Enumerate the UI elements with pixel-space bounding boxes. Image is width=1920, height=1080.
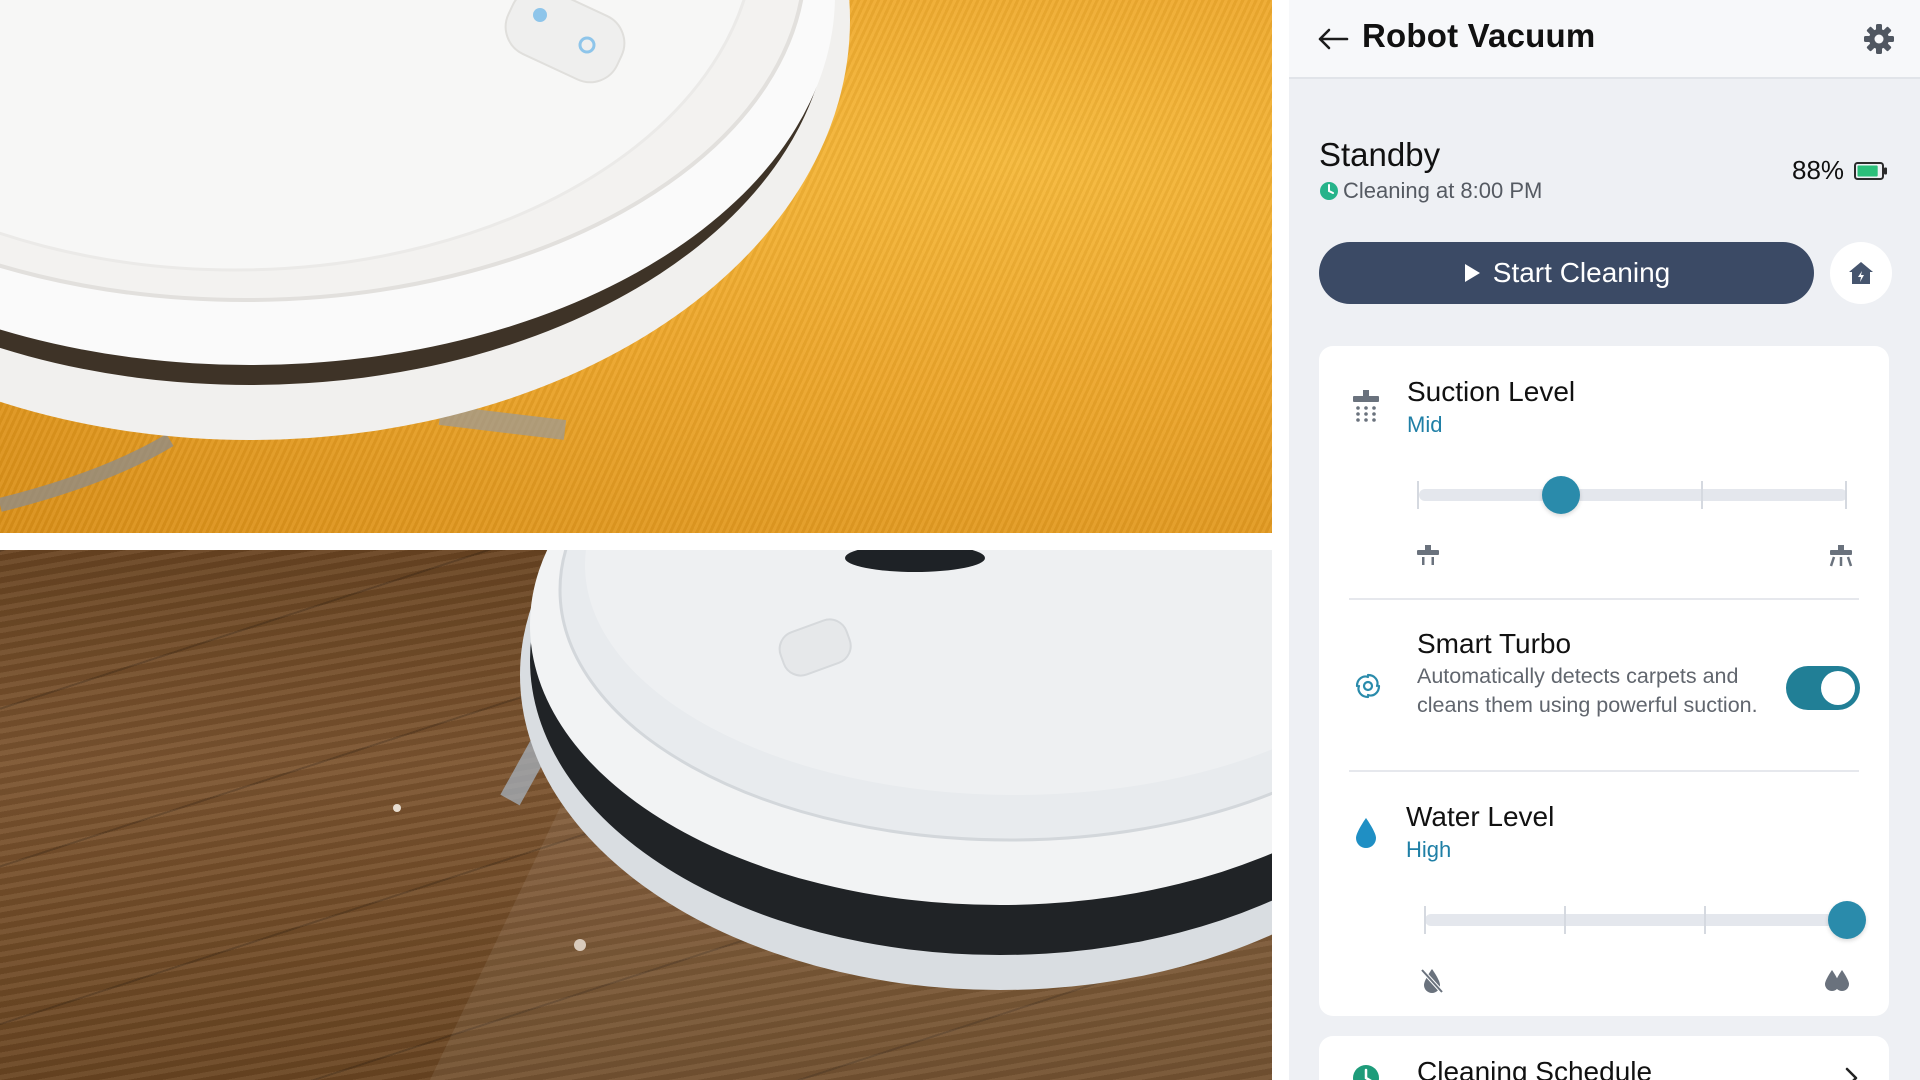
- home-charge-icon: [1849, 262, 1873, 284]
- water-slider-tick: [1424, 906, 1426, 934]
- suction-icon: [1349, 386, 1383, 426]
- suction-high-icon: [1824, 536, 1858, 576]
- robot-vacuum-illustration-bottom: [393, 550, 1272, 1080]
- divider: [1349, 770, 1859, 772]
- cleaning-settings-card: Suction Level Mid Smart Turbo Automatica…: [1319, 346, 1889, 1016]
- water-level-value: High: [1406, 837, 1452, 862]
- start-cleaning-button[interactable]: Start Cleaning: [1319, 242, 1814, 304]
- battery-percent: 88%: [1792, 155, 1845, 185]
- photo-top-robot-on-carpet: [0, 0, 1272, 533]
- return-to-dock-button[interactable]: [1830, 242, 1892, 304]
- suction-low-icon: [1411, 536, 1445, 576]
- water-off-icon: [1415, 960, 1449, 1000]
- schedule-clock-icon: [1349, 1058, 1383, 1080]
- battery-status: 88%: [1792, 155, 1888, 186]
- suction-slider-tick: [1417, 481, 1419, 509]
- smart-turbo-icon: [1351, 666, 1385, 706]
- play-icon: [1464, 264, 1480, 282]
- water-high-icon: [1820, 960, 1854, 1000]
- robot-vacuum-panel: Robot Vacuum Standby Cleaning at 8:00 PM…: [1289, 0, 1920, 1080]
- suction-slider-thumb[interactable]: [1541, 476, 1580, 514]
- next-cleaning-text: Cleaning at 8:00 PM: [1343, 178, 1543, 203]
- smart-turbo-description: Automatically detects carpets and cleans…: [1417, 664, 1758, 717]
- clock-icon: [1320, 182, 1338, 200]
- robot-vacuum-illustration-top: [0, 0, 850, 512]
- suction-slider-track: [1419, 489, 1847, 501]
- cleaning-schedule-title: Cleaning Schedule: [1417, 1056, 1653, 1080]
- back-arrow-icon: [1318, 28, 1349, 50]
- suction-slider-tick: [1701, 481, 1703, 509]
- battery-icon: [1854, 161, 1888, 180]
- settings-button[interactable]: [1859, 19, 1899, 59]
- water-slider-tick: [1564, 906, 1566, 934]
- smart-turbo-toggle[interactable]: [1786, 666, 1860, 710]
- cleaning-schedule-card[interactable]: Cleaning Schedule: [1319, 1036, 1889, 1080]
- toggle-knob: [1821, 671, 1855, 705]
- photo-panel-gap: [1272, 0, 1289, 1080]
- water-slider-track: [1425, 914, 1849, 926]
- water-level-title: Water Level: [1406, 801, 1555, 832]
- smart-turbo-title: Smart Turbo: [1417, 628, 1572, 659]
- divider: [1349, 598, 1859, 600]
- suction-level-title: Suction Level: [1407, 376, 1576, 407]
- chevron-right-icon: [1845, 1067, 1858, 1080]
- start-cleaning-label: Start Cleaning: [1492, 257, 1671, 288]
- photo-bottom-robot-on-wood-floor: [0, 550, 1272, 1080]
- gear-icon: [1864, 24, 1894, 54]
- water-slider-tick: [1704, 906, 1706, 934]
- back-button[interactable]: [1315, 21, 1351, 57]
- suction-slider-tick: [1845, 481, 1847, 509]
- water-drop-icon: [1349, 812, 1383, 852]
- photo-divider: [0, 533, 1272, 550]
- page-title: Robot Vacuum: [1362, 17, 1596, 54]
- app-header: Robot Vacuum: [1289, 0, 1920, 79]
- water-slider-thumb[interactable]: [1828, 901, 1866, 939]
- suction-level-value: Mid: [1407, 412, 1443, 437]
- next-cleaning-info: Cleaning at 8:00 PM: [1319, 178, 1542, 204]
- device-status: Standby: [1319, 136, 1441, 173]
